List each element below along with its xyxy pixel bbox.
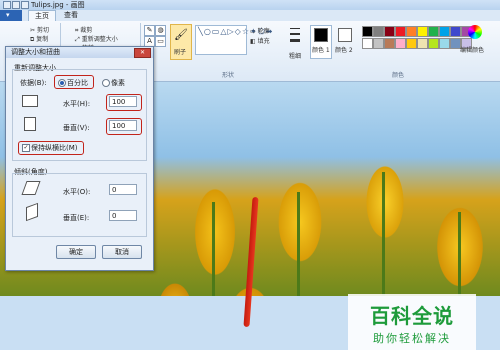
- watermark: 百科全说 助你轻松解决: [348, 294, 476, 350]
- palette-swatch[interactable]: [439, 26, 450, 37]
- skew-horizontal-input[interactable]: 0: [109, 184, 137, 195]
- pixels-label: 像素: [111, 79, 125, 87]
- fill-bucket-icon[interactable]: ◍: [155, 25, 166, 36]
- pixels-radio[interactable]: [102, 79, 110, 87]
- palette-swatch[interactable]: [428, 26, 439, 37]
- edit-colors-icon[interactable]: [468, 25, 482, 39]
- percent-radio[interactable]: [58, 79, 66, 87]
- size-icon[interactable]: [290, 26, 300, 46]
- brush-icon: 🖌: [174, 28, 188, 41]
- palette-swatch[interactable]: [373, 38, 384, 49]
- close-icon[interactable]: ✕: [134, 48, 151, 58]
- outline-button[interactable]: ▭ 轮廓: [250, 26, 270, 35]
- maintain-ratio-label: 保持纵横比(M): [31, 144, 78, 152]
- copy-button[interactable]: ⧉ 复制: [30, 34, 48, 44]
- palette-swatch[interactable]: [395, 38, 406, 49]
- vertical-resize-icon: [24, 117, 36, 131]
- shapes-group-label: 形状: [222, 72, 235, 79]
- palette-swatch[interactable]: [384, 26, 395, 37]
- watermark-subtitle: 助你轻松解决: [373, 332, 451, 345]
- color1-label: 颜色 1: [312, 47, 330, 54]
- watermark-title: 百科全说: [370, 304, 454, 328]
- colors-group-label: 颜色: [392, 72, 405, 79]
- title-bar: Tulips.jpg - 画图: [0, 0, 500, 10]
- palette-swatch[interactable]: [362, 26, 373, 37]
- palette-swatch[interactable]: [406, 38, 417, 49]
- cut-button[interactable]: ✂ 剪切: [30, 25, 49, 34]
- window-title: Tulips.jpg - 画图: [31, 1, 85, 9]
- tulip-stem: [297, 192, 300, 296]
- dialog-title-bar: 调整大小和扭曲 ✕: [6, 47, 153, 58]
- undo-quick-icon[interactable]: [21, 1, 29, 9]
- ok-button[interactable]: 确定: [56, 245, 96, 259]
- save-quick-icon[interactable]: [12, 1, 20, 9]
- skew-horizontal-label: 水平(O):: [63, 188, 91, 196]
- palette-swatch[interactable]: [362, 38, 373, 49]
- by-label: 依据(B):: [20, 79, 47, 87]
- fill-button[interactable]: ◧ 填充: [250, 36, 270, 45]
- color2-swatch[interactable]: [338, 28, 352, 42]
- palette-swatch[interactable]: [384, 38, 395, 49]
- palette-swatch[interactable]: [417, 38, 428, 49]
- edit-colors-label: 编辑颜色: [460, 47, 485, 54]
- dialog-title: 调整大小和扭曲: [11, 48, 60, 56]
- palette-swatch[interactable]: [373, 26, 384, 37]
- palette-swatch[interactable]: [395, 26, 406, 37]
- brushes-label: 刷子: [174, 49, 187, 56]
- color-palette: [362, 26, 472, 50]
- percent-label: 百分比: [67, 79, 88, 87]
- pencil-icon[interactable]: ✎: [144, 25, 155, 36]
- palette-swatch[interactable]: [406, 26, 417, 37]
- shapes-gallery[interactable]: ╲○▭△▷◇☆✦⬠➡: [195, 25, 272, 55]
- eraser-icon[interactable]: ▭: [155, 36, 166, 47]
- brushes-button[interactable]: 🖌 刷子: [170, 24, 192, 60]
- cancel-button[interactable]: 取消: [102, 245, 142, 259]
- skew-vertical-label: 垂直(E):: [63, 214, 90, 222]
- color1-swatch: [314, 28, 328, 42]
- color2-label: 颜色 2: [335, 47, 353, 54]
- horizontal-label: 水平(H):: [63, 100, 91, 108]
- paint-app-icon[interactable]: [3, 1, 11, 9]
- vertical-resize-input[interactable]: 100: [109, 120, 137, 131]
- palette-swatch[interactable]: [417, 26, 428, 37]
- paint-menu-button[interactable]: ▾: [0, 10, 22, 21]
- palette-swatch[interactable]: [450, 26, 461, 37]
- horizontal-resize-input[interactable]: 100: [109, 96, 137, 107]
- resize-skew-dialog: 调整大小和扭曲 ✕ 重新调整大小 依据(B): 百分比 像素 水平(H): 10…: [5, 46, 154, 271]
- tab-view[interactable]: 查看: [58, 10, 84, 21]
- vertical-label: 垂直(V):: [63, 124, 90, 132]
- horizontal-resize-icon: [22, 95, 38, 107]
- tulip-stem: [212, 202, 215, 296]
- tulip-stem: [458, 212, 461, 296]
- size-label: 粗细: [289, 53, 302, 60]
- maintain-ratio-checkbox[interactable]: ✓: [22, 144, 30, 152]
- red-petal-streak: [243, 196, 259, 328]
- palette-swatch[interactable]: [439, 38, 450, 49]
- palette-swatch[interactable]: [428, 38, 439, 49]
- skew-vertical-input[interactable]: 0: [109, 210, 137, 221]
- tulip-stem: [382, 172, 385, 296]
